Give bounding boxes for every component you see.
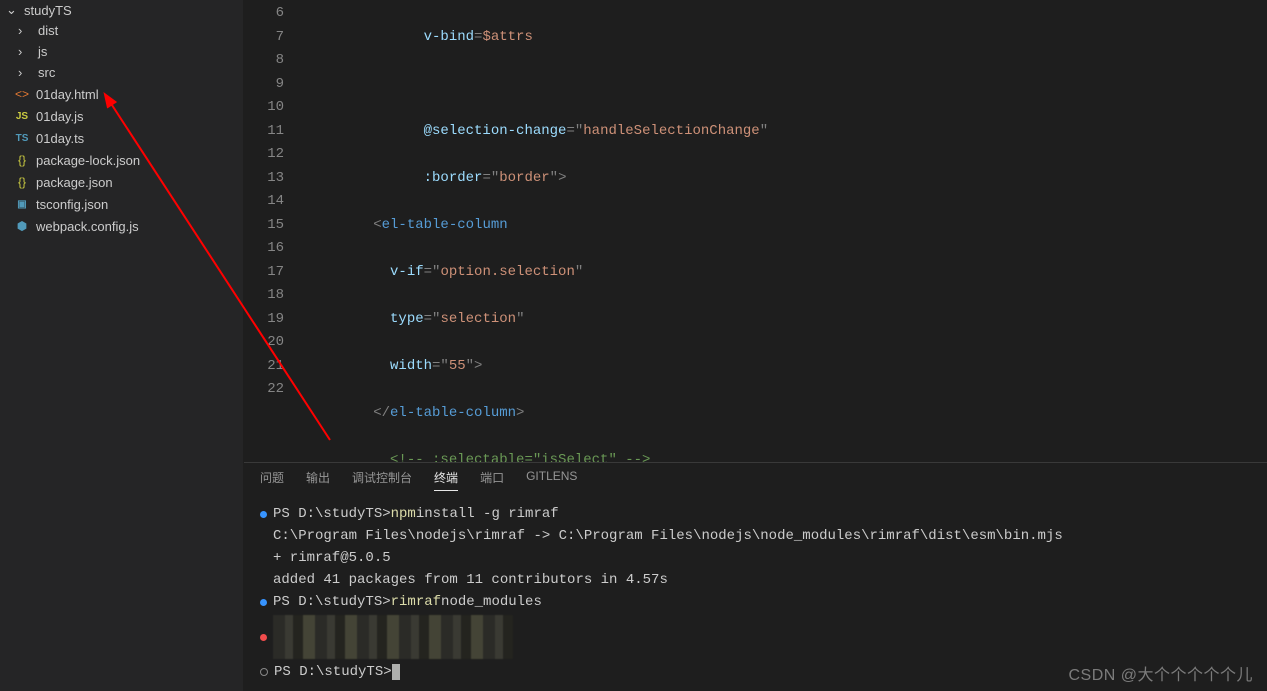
tab-debug-console[interactable]: 调试控制台 — [352, 469, 412, 491]
watermark: CSDN @大个个个个个儿 — [1068, 661, 1253, 685]
file-webpack-config[interactable]: ⬢ webpack.config.js — [0, 215, 243, 237]
file-01day-js[interactable]: JS 01day.js — [0, 105, 243, 127]
tab-problems[interactable]: 问题 — [260, 469, 284, 491]
tab-ports[interactable]: 端口 — [480, 469, 504, 491]
status-dot-icon — [260, 599, 267, 606]
tab-gitlens[interactable]: GITLENS — [526, 469, 577, 491]
json-file-icon: {} — [14, 152, 30, 168]
chevron-right-icon: › — [18, 44, 32, 59]
status-dot-icon — [260, 668, 268, 676]
error-dot-icon — [260, 634, 267, 641]
terminal-cursor — [392, 664, 400, 680]
chevron-right-icon: › — [18, 65, 32, 80]
file-package-lock[interactable]: {} package-lock.json — [0, 149, 243, 171]
chevron-right-icon: › — [18, 23, 32, 38]
file-tsconfig[interactable]: ▣ tsconfig.json — [0, 193, 243, 215]
chevron-down-icon: ⌄ — [6, 2, 20, 18]
json-file-icon: {} — [14, 174, 30, 190]
line-gutter: 678910111213141516171819202122 — [244, 0, 306, 462]
project-root[interactable]: ⌄ studyTS — [0, 0, 243, 20]
status-dot-icon — [260, 511, 267, 518]
webpack-file-icon: ⬢ — [14, 218, 30, 234]
project-name: studyTS — [24, 3, 72, 18]
html-file-icon: <> — [14, 86, 30, 102]
js-file-icon: JS — [14, 108, 30, 124]
panel-tabs: 问题 输出 调试控制台 终端 端口 GITLENS — [244, 462, 1267, 491]
tab-output[interactable]: 输出 — [306, 469, 330, 491]
code-editor[interactable]: 678910111213141516171819202122 v-bind=$a… — [244, 0, 1267, 462]
file-01day-ts[interactable]: TS 01day.ts — [0, 127, 243, 149]
tab-terminal[interactable]: 终端 — [434, 469, 458, 491]
folder-src[interactable]: › src — [0, 62, 243, 83]
ts-file-icon: TS — [14, 130, 30, 146]
file-explorer-sidebar: ⌄ studyTS › dist › js › src <> 01day.htm… — [0, 0, 244, 691]
redacted-output — [273, 615, 513, 659]
code-content[interactable]: v-bind=$attrs @selection-change="handleS… — [306, 0, 1267, 462]
file-package-json[interactable]: {} package.json — [0, 171, 243, 193]
tsconfig-file-icon: ▣ — [14, 196, 30, 212]
main-area: 678910111213141516171819202122 v-bind=$a… — [244, 0, 1267, 691]
folder-js[interactable]: › js — [0, 41, 243, 62]
folder-dist[interactable]: › dist — [0, 20, 243, 41]
file-01day-html[interactable]: <> 01day.html — [0, 83, 243, 105]
